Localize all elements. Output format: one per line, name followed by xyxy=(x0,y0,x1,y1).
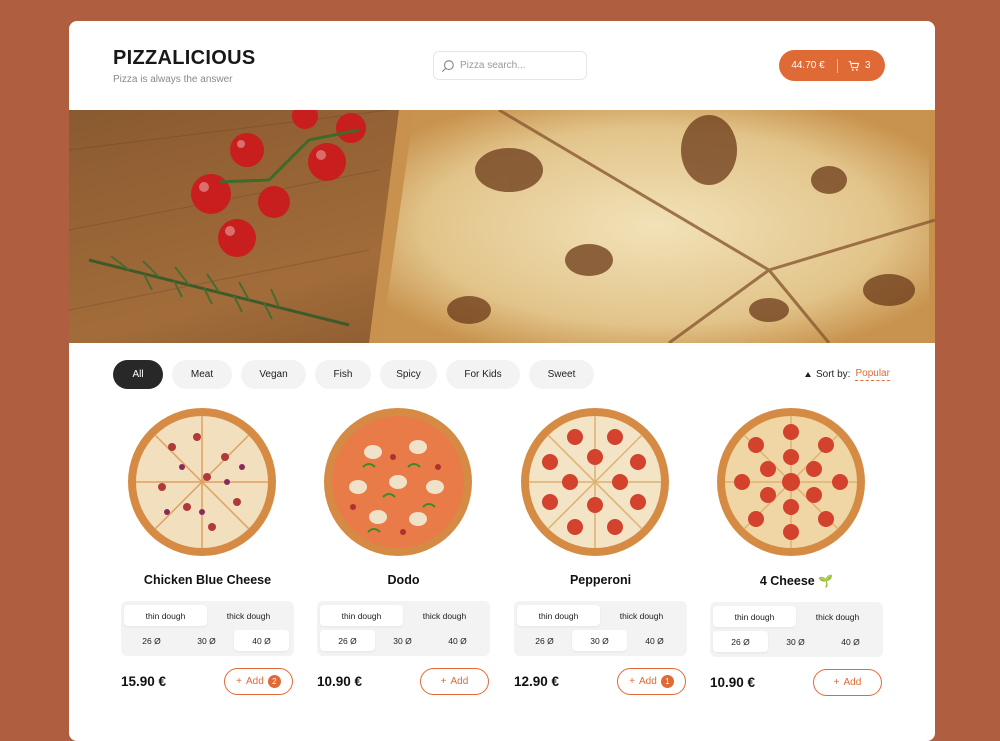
quantity-badge: 2 xyxy=(267,675,281,688)
filter-chip-vegan[interactable]: Vegan xyxy=(241,360,306,389)
add-to-cart-button[interactable]: + Add xyxy=(420,668,489,695)
add-to-cart-button[interactable]: + Add xyxy=(813,669,882,696)
add-label: Add xyxy=(450,676,469,687)
add-label: Add xyxy=(639,676,657,687)
size-option-26[interactable]: 26 Ø xyxy=(517,630,572,651)
sort-value[interactable]: Popular xyxy=(855,368,890,381)
brand-subtitle: Pizza is always the answer xyxy=(113,74,233,85)
dough-option-thick[interactable]: thick dough xyxy=(796,606,879,627)
product-price: 10.90 € xyxy=(710,675,756,690)
size-option-26[interactable]: 26 Ø xyxy=(124,630,179,651)
brand-title: PIZZALICIOUS xyxy=(113,47,256,69)
size-option-30[interactable]: 30 Ø xyxy=(179,630,234,651)
app-window: PIZZALICIOUS Pizza is always the answer … xyxy=(69,21,935,741)
search-input[interactable] xyxy=(460,60,580,71)
dough-option-thin[interactable]: thin dough xyxy=(320,605,403,626)
product-name-row: 4 Cheese 🌱 xyxy=(710,574,883,588)
filter-chip-all[interactable]: All xyxy=(113,360,163,389)
size-option-40[interactable]: 40 Ø xyxy=(430,630,485,651)
pizza-image xyxy=(324,408,472,556)
filter-chip-meat[interactable]: Meat xyxy=(172,360,232,389)
hero-image xyxy=(69,110,935,343)
plus-icon: + xyxy=(833,677,840,688)
dough-option-thick[interactable]: thick dough xyxy=(207,605,290,626)
product-options: thin dough thick dough 26 Ø 30 Ø 40 Ø xyxy=(514,601,687,656)
vegetarian-leaf-icon: 🌱 xyxy=(818,574,834,588)
sort-label: Sort by: xyxy=(816,369,851,380)
size-option-40[interactable]: 40 Ø xyxy=(627,630,682,651)
product-price: 10.90 € xyxy=(317,674,363,689)
product-options: thin dough thick dough 26 Ø 30 Ø 40 Ø xyxy=(121,601,294,656)
plus-icon: + xyxy=(629,676,636,687)
product-name: Pepperoni xyxy=(569,573,632,587)
plus-icon: + xyxy=(236,676,243,687)
pizza-image xyxy=(128,408,276,556)
category-filters: All Meat Vegan Fish Spicy For Kids Sweet xyxy=(113,360,603,389)
size-option-30[interactable]: 30 Ø xyxy=(768,631,823,652)
product-name: 4 Cheese xyxy=(759,574,815,588)
cart-button[interactable]: 44.70 € 3 xyxy=(779,50,885,81)
size-option-40[interactable]: 40 Ø xyxy=(234,630,289,651)
add-to-cart-button[interactable]: + Add 1 xyxy=(617,668,686,695)
quantity-badge: 1 xyxy=(660,675,674,688)
dough-option-thin[interactable]: thin dough xyxy=(517,605,600,626)
pizza-image xyxy=(717,408,865,556)
dough-option-thick[interactable]: thick dough xyxy=(403,605,486,626)
product-price: 15.90 € xyxy=(121,674,167,689)
add-to-cart-button[interactable]: + Add 2 xyxy=(224,668,293,695)
size-option-30[interactable]: 30 Ø xyxy=(572,630,627,651)
dough-option-thin[interactable]: thin dough xyxy=(713,606,796,627)
filter-chip-for-kids[interactable]: For Kids xyxy=(446,360,520,389)
cart-icon xyxy=(848,60,860,71)
filter-chip-spicy[interactable]: Spicy xyxy=(380,360,437,389)
size-option-30[interactable]: 30 Ø xyxy=(375,630,430,651)
cart-count: 3 xyxy=(865,60,871,71)
sort-control[interactable]: Sort by: Popular xyxy=(805,368,890,381)
dough-option-thick[interactable]: thick dough xyxy=(600,605,683,626)
size-option-26[interactable]: 26 Ø xyxy=(713,631,768,652)
header: PIZZALICIOUS Pizza is always the answer … xyxy=(69,21,935,110)
product-price: 12.90 € xyxy=(514,674,560,689)
product-name: Dodo xyxy=(387,573,420,587)
size-option-26[interactable]: 26 Ø xyxy=(320,630,375,651)
filter-chip-fish[interactable]: Fish xyxy=(315,360,371,389)
add-label: Add xyxy=(246,676,264,687)
plus-icon: + xyxy=(440,676,447,687)
pizza-image xyxy=(521,408,669,556)
filter-chip-sweet[interactable]: Sweet xyxy=(529,360,594,389)
size-option-40[interactable]: 40 Ø xyxy=(823,631,878,652)
search-box[interactable] xyxy=(433,51,587,80)
search-icon xyxy=(441,59,454,72)
add-label: Add xyxy=(843,677,862,688)
product-options: thin dough thick dough 26 Ø 30 Ø 40 Ø xyxy=(317,601,490,656)
dough-option-thin[interactable]: thin dough xyxy=(124,605,207,626)
brand[interactable]: PIZZALICIOUS Pizza is always the answer xyxy=(113,47,256,85)
product-options: thin dough thick dough 26 Ø 30 Ø 40 Ø xyxy=(710,602,883,657)
cart-total: 44.70 € xyxy=(791,60,825,71)
product-name: Chicken Blue Cheese xyxy=(143,573,272,587)
sort-arrow-icon xyxy=(805,372,811,377)
